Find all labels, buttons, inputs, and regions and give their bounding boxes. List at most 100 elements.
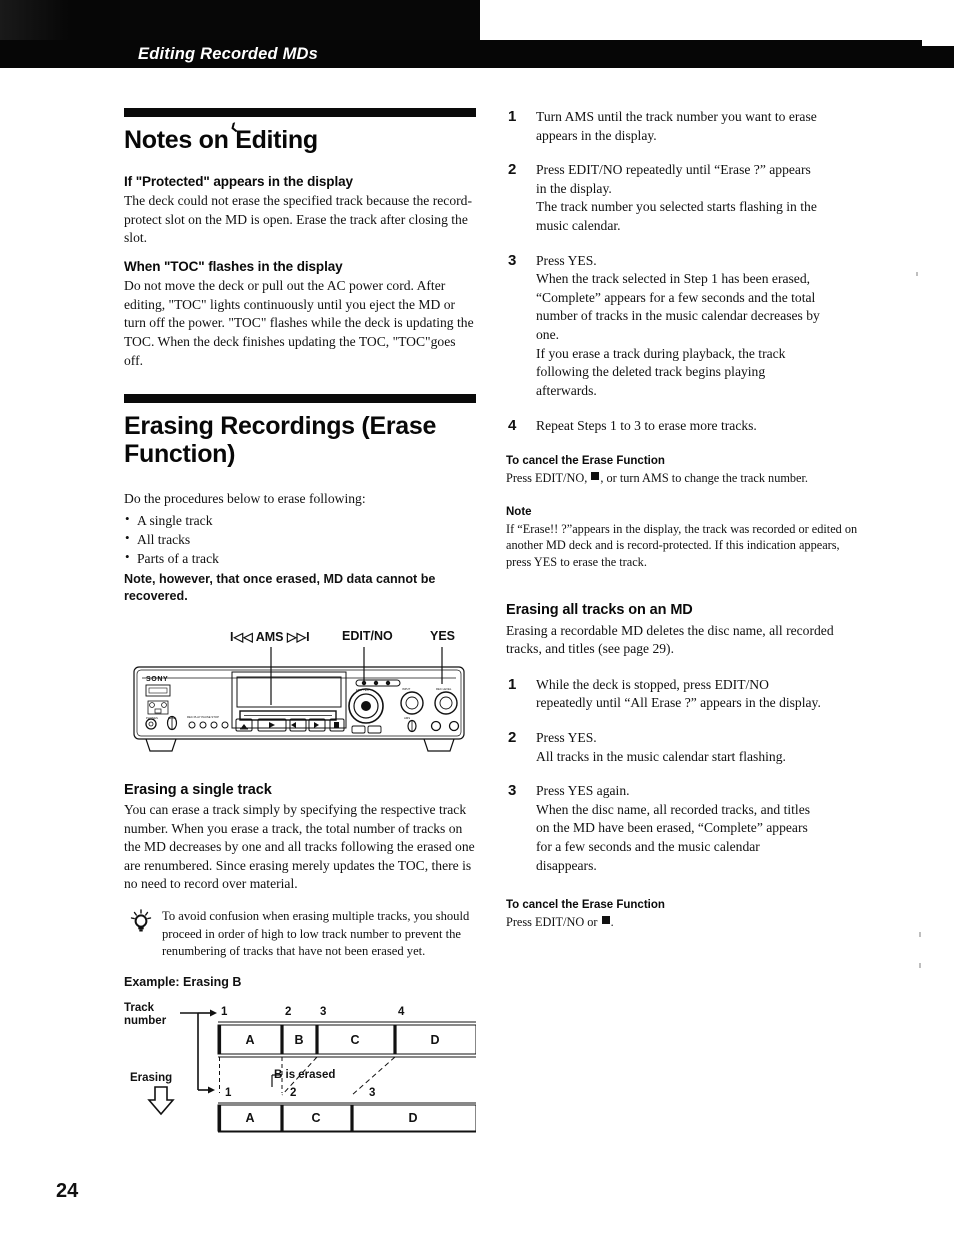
track-number-label-line1: Track (124, 1002, 155, 1014)
step-number: 2 (508, 728, 517, 746)
after-number: 2 (290, 1087, 296, 1099)
svg-text:REC PLAY PAUSE STOP: REC PLAY PAUSE STOP (187, 715, 219, 719)
step-item: 1 While the deck is stopped, press EDIT/… (506, 676, 858, 713)
subheading-protected: If "Protected" appears in the display (124, 174, 353, 189)
step-line: music calendar. (536, 218, 621, 234)
list-item: All tracks (124, 529, 476, 549)
svg-text:EDIT YES: EDIT YES (356, 688, 369, 692)
after-track: D (408, 1111, 417, 1125)
right-column: 1 Turn AMS until the track number you wa… (506, 108, 858, 940)
step-line: one. (536, 327, 560, 343)
section-rule (124, 108, 476, 117)
step-text: Press YES. When the track selected in St… (536, 252, 858, 401)
step-line: following the deleted track begins playi… (536, 364, 766, 380)
step-item: 3 Press YES again. When the disc name, a… (506, 782, 858, 875)
step-line: Press YES. (536, 729, 597, 745)
before-track: B (294, 1033, 303, 1047)
stop-icon (601, 916, 610, 924)
before-track: D (430, 1033, 439, 1047)
before-number: 4 (398, 1006, 405, 1018)
step-number: 1 (508, 675, 517, 693)
md-deck-drawing: SONY brand REC PLAY PAUSE STOP PHONES LE… (133, 646, 465, 752)
cancel2-text-before: Press EDIT/NO or (506, 915, 601, 929)
md-deck-figure: I◁◁ AMS ▷▷I EDIT/NO YES SONY REC PLAY PA… (124, 629, 476, 764)
before-number: 1 (221, 1006, 228, 1018)
step-text: While the deck is stopped, press EDIT/NO… (536, 676, 858, 713)
step-number: 3 (508, 251, 517, 269)
step-item: 4 Repeat Steps 1 to 3 to erase more trac… (506, 417, 858, 436)
section-title-line1: Erasing Recordings (Erase (124, 412, 437, 441)
step-line: afterwards. (536, 382, 597, 398)
paragraph-note: If “Erase!! ?”appears in the display, th… (506, 522, 858, 569)
cancel2-text-after: . (610, 915, 614, 929)
section-rule-2 (124, 394, 476, 404)
step-text: Turn AMS until the track number you want… (536, 108, 858, 145)
step-item: 2 Press YES. All tracks in the music cal… (506, 729, 858, 766)
paragraph-protected: The deck could not erase the specified t… (124, 193, 472, 246)
step-number: 1 (508, 108, 517, 125)
tip-block: To avoid confusion when erasing multiple… (130, 908, 476, 961)
stop-icon (591, 471, 600, 480)
step-number: 2 (508, 161, 517, 179)
after-number: 1 (225, 1087, 232, 1099)
step-line: “Complete” appears for a few seconds and… (536, 289, 816, 305)
step-line: Turn AMS until the track number you want… (536, 109, 817, 124)
before-number: 3 (320, 1006, 326, 1018)
after-number: 3 (369, 1087, 375, 1099)
paragraph-cancel-erase-1: Press EDIT/NO, , or turn AMS to change t… (506, 470, 858, 486)
paragraph-toc: Do not move the deck or pull out the AC … (124, 278, 474, 368)
svg-text:AMS: AMS (404, 716, 410, 720)
before-number: 2 (285, 1006, 291, 1018)
after-track: C (311, 1111, 320, 1125)
step-line: disappears. (536, 857, 597, 873)
page-title: Notes on Editing ❮ (124, 121, 476, 154)
heading-cancel-erase-1: To cancel the Erase Function (506, 455, 665, 468)
list-item: A single track (124, 510, 476, 530)
cancel-text-after: , or turn AMS to change the track number… (600, 470, 809, 485)
heading-cancel-erase-2: To cancel the Erase Function (506, 899, 665, 912)
step-line: on the MD have been erased, “Complete” a… (536, 820, 808, 836)
heading-erasing-all-tracks: Erasing all tracks on an MD (506, 602, 693, 619)
paragraph-cancel-erase-2: Press EDIT/NO or . (506, 914, 858, 930)
page-title-text: Notes on Editing (124, 126, 318, 154)
example-figure: Example: Erasing B Track number Erasing … (124, 975, 476, 1135)
step-item: 2 Press EDIT/NO repeatedly until “Erase … (506, 161, 858, 235)
track-number-label-line2: number (124, 1015, 167, 1027)
scan-artifact-top (0, 0, 480, 42)
left-column: Notes on Editing ❮ If "Protected" appear… (124, 108, 476, 1135)
step-line: The track number you selected starts fla… (536, 199, 817, 215)
step-line: When the track selected in Step 1 has be… (536, 271, 811, 287)
step-number: 4 (508, 416, 517, 434)
step-line: for a few seconds and the music calendar (536, 838, 760, 854)
erase-intro: Do the procedures below to erase followi… (124, 491, 366, 507)
cancel-text-before: Press EDIT/NO, (506, 470, 591, 485)
page-number: 24 (56, 1180, 79, 1202)
subheading-toc: When "TOC" flashes in the display (124, 259, 343, 275)
step-line: Repeat Steps 1 to 3 to erase more tracks… (536, 417, 757, 433)
svg-text:LEVEL: LEVEL (168, 716, 177, 720)
erase-bullet-list: A single track All tracks Parts of a tra… (124, 510, 476, 569)
step-line: Press YES again. (536, 783, 630, 799)
erasing-b-diagram: Track number Erasing B is erased 1 2 3 4… (124, 1002, 476, 1133)
paragraph-erasing-single-track: You can erase a track simply by specifyi… (124, 801, 475, 892)
step-item: 3 Press YES. When the track selected in … (506, 252, 858, 401)
step-line: If you erase a track during playback, th… (536, 345, 786, 361)
step-line: appears in the display. (536, 127, 657, 143)
step-line: number of tracks in the music calendar d… (536, 308, 820, 324)
section-title-line2: Function) (124, 440, 236, 469)
lightbulb-icon (130, 909, 152, 932)
after-track: A (245, 1111, 254, 1125)
paragraph-erasing-all-tracks-intro: Erasing a recordable MD deletes the disc… (506, 622, 834, 657)
before-track: A (245, 1033, 254, 1047)
step-line: All tracks in the music calendar start f… (536, 748, 786, 764)
scan-speck (919, 932, 921, 937)
heading-note: Note (506, 506, 532, 519)
section-title-erasing-recordings: Erasing Recordings (Erase Function) (124, 412, 476, 468)
erasing-label: Erasing (130, 1072, 172, 1084)
svg-text:PHONES: PHONES (146, 716, 158, 720)
step-text: Press YES again. When the disc name, all… (536, 782, 858, 875)
step-number: 3 (508, 782, 517, 800)
tip-text: To avoid confusion when erasing multiple… (162, 908, 470, 959)
step-line: Press YES. (536, 252, 597, 268)
heading-erasing-single-track: Erasing a single track (124, 781, 272, 798)
